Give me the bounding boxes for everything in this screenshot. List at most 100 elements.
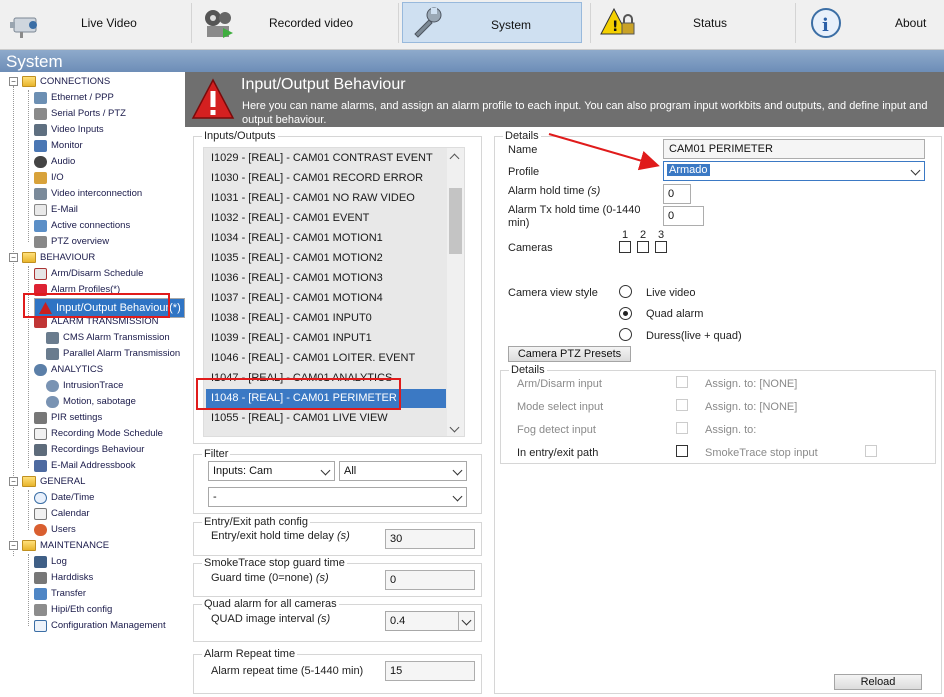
reload-button[interactable]: Reload [834, 674, 922, 690]
profile-select[interactable]: Armado [663, 161, 925, 181]
guard-time-input[interactable]: 0 [385, 570, 475, 590]
tree-item-date-time[interactable]: Date/Time [34, 490, 94, 505]
tab-recorded-video[interactable]: Recorded video [195, 2, 395, 43]
collapse-icon[interactable]: − [9, 541, 18, 550]
tree-item-harddisks[interactable]: Harddisks [34, 570, 93, 585]
filter-scope-select[interactable]: All [339, 461, 467, 481]
tree-item-label: Ethernet / PPP [51, 92, 114, 103]
tree-item-recordings-behaviour[interactable]: Recordings Behaviour [34, 442, 144, 457]
tree-item-email-addressbook[interactable]: E-Mail Addressbook [34, 458, 135, 473]
scroll-up-icon[interactable] [449, 153, 460, 164]
recordings-icon [34, 443, 47, 456]
quad-interval-select[interactable]: 0.4 [385, 611, 475, 631]
tree-item-io[interactable]: I/O [34, 170, 64, 185]
folder-icon [22, 76, 36, 87]
list-item[interactable]: I1038 - [REAL] - CAM01 INPUT0 [206, 309, 446, 328]
list-item[interactable]: I1029 - [REAL] - CAM01 CONTRAST EVENT [206, 149, 446, 168]
collapse-icon[interactable]: − [9, 77, 18, 86]
tree-item-configuration-management[interactable]: Configuration Management [34, 618, 166, 633]
tree-item-calendar[interactable]: Calendar [34, 506, 90, 521]
tab-status[interactable]: ! Status [594, 2, 790, 43]
camera-view-style-label: Camera view style [508, 287, 598, 299]
fog-detect-checkbox[interactable] [676, 422, 688, 434]
list-item[interactable]: I1035 - [REAL] - CAM01 MOTION2 [206, 249, 446, 268]
tab-live-video[interactable]: Live Video [2, 2, 190, 43]
group-legend: Details [511, 364, 545, 376]
tree-item-parallel-alarm-transmission[interactable]: Parallel Alarm Transmission [46, 346, 180, 361]
tree-group-connections[interactable]: CONNECTIONS [22, 74, 110, 89]
entry-exit-path-checkbox[interactable] [676, 445, 688, 457]
tree-item-email[interactable]: E-Mail [34, 202, 78, 217]
tree-item-label: Recordings Behaviour [51, 444, 145, 455]
list-scrollbar[interactable] [447, 148, 464, 436]
tree-item-motion-sabotage[interactable]: Motion, sabotage [46, 394, 136, 409]
tree-item-users[interactable]: Users [34, 522, 76, 537]
tree-group-behaviour[interactable]: BEHAVIOUR [22, 250, 95, 265]
smoketrace-stop-checkbox[interactable] [865, 445, 877, 457]
list-item[interactable]: I1031 - [REAL] - CAM01 NO RAW VIDEO [206, 189, 446, 208]
tree-item-hipi-eth-config[interactable]: Hipi/Eth config [34, 602, 112, 617]
tree-item-intrusiontrace[interactable]: IntrusionTrace [46, 378, 123, 393]
tab-label: System [491, 18, 532, 32]
camera-2-checkbox[interactable] [637, 241, 649, 253]
radio-duress[interactable] [619, 328, 632, 341]
tree-group-maintenance[interactable]: MAINTENANCE [22, 538, 109, 553]
filter-value-select[interactable]: - [208, 487, 467, 507]
list-item[interactable]: I1030 - [REAL] - CAM01 RECORD ERROR [206, 169, 446, 188]
list-item[interactable]: I1037 - [REAL] - CAM01 MOTION4 [206, 289, 446, 308]
pir-sensor-icon [34, 411, 47, 424]
tree-item-label: Audio [51, 156, 76, 167]
interconnect-icon [34, 187, 47, 200]
cameras-label: Cameras [508, 242, 553, 254]
tree-item-label: E-Mail Addressbook [51, 460, 136, 471]
entry-exit-delay-input[interactable]: 30 [385, 529, 475, 549]
tree-item-analytics[interactable]: ANALYTICS [34, 362, 103, 377]
alarm-tx-hold-input[interactable]: 0 [663, 206, 704, 226]
list-item[interactable]: I1046 - [REAL] - CAM01 LOITER. EVENT [206, 349, 446, 368]
radio-live-video[interactable] [619, 285, 632, 298]
arm-disarm-checkbox[interactable] [676, 376, 688, 388]
tree-item-ethernet[interactable]: Ethernet / PPP [34, 90, 114, 105]
mode-select-checkbox[interactable] [676, 399, 688, 411]
collapse-icon[interactable]: − [9, 253, 18, 262]
tree-item-log[interactable]: Log [34, 554, 67, 569]
tree-item-serial-ports[interactable]: Serial Ports / PTZ [34, 106, 126, 121]
tab-label: Live Video [81, 16, 137, 30]
list-item[interactable]: I1036 - [REAL] - CAM01 MOTION3 [206, 269, 446, 288]
tree-item-label: Serial Ports / PTZ [51, 108, 126, 119]
list-item[interactable]: I1039 - [REAL] - CAM01 INPUT1 [206, 329, 446, 348]
tree-item-video-interconnection[interactable]: Video interconnection [34, 186, 142, 201]
scroll-down-icon[interactable] [449, 422, 460, 433]
tab-system[interactable]: System [402, 2, 582, 43]
tree-item-recording-mode-schedule[interactable]: Recording Mode Schedule [34, 426, 163, 441]
tree-item-video-inputs[interactable]: Video Inputs [34, 122, 104, 137]
page-header: Input/Output Behaviour Here you can name… [185, 72, 944, 127]
tree-item-ptz-overview[interactable]: PTZ overview [34, 234, 109, 249]
list-item[interactable]: I1032 - [REAL] - CAM01 EVENT [206, 209, 446, 228]
list-item[interactable]: I1055 - [REAL] - CAM01 LIVE VIEW [206, 409, 446, 428]
radio-quad-alarm[interactable] [619, 307, 632, 320]
tree-item-arm-disarm-schedule[interactable]: Arm/Disarm Schedule [34, 266, 143, 281]
tree-item-monitor[interactable]: Monitor [34, 138, 83, 153]
tree-item-audio[interactable]: Audio [34, 154, 75, 169]
filter-type-select[interactable]: Inputs: Cam [208, 461, 335, 481]
tree-item-active-connections[interactable]: Active connections [34, 218, 130, 233]
camera-ptz-presets-button[interactable]: Camera PTZ Presets [508, 346, 631, 362]
camera-1-checkbox[interactable] [619, 241, 631, 253]
tree-item-pir-settings[interactable]: PIR settings [34, 410, 102, 425]
name-input[interactable]: CAM01 PERIMETER [663, 139, 925, 159]
scroll-thumb[interactable] [449, 188, 462, 254]
gears-icon [46, 395, 59, 408]
group-legend: Filter [204, 448, 229, 460]
tree-group-general[interactable]: GENERAL [22, 474, 85, 489]
alarm-hold-input[interactable]: 0 [663, 184, 691, 204]
list-item[interactable]: I1034 - [REAL] - CAM01 MOTION1 [206, 229, 446, 248]
tree-item-cms-alarm-transmission[interactable]: CMS Alarm Transmission [46, 330, 170, 345]
alarm-repeat-input[interactable]: 15 [385, 661, 475, 681]
camera-3-checkbox[interactable] [655, 241, 667, 253]
monitor-icon [34, 139, 47, 152]
tree-item-transfer[interactable]: Transfer [34, 586, 86, 601]
alarm-tx-hold-label: Alarm Tx hold time (0-1440 min) [508, 204, 641, 229]
collapse-icon[interactable]: − [9, 477, 18, 486]
tab-about[interactable]: i About [800, 2, 942, 43]
